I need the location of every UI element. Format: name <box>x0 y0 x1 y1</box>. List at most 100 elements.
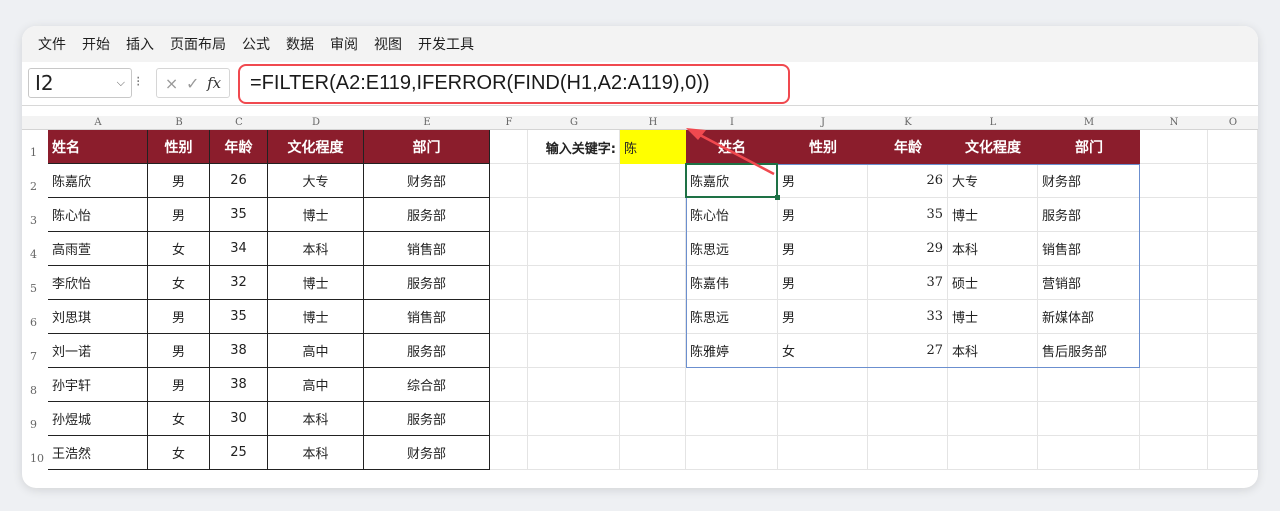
source-data-cell[interactable]: 女 <box>148 266 210 300</box>
source-data-cell[interactable]: 服务部 <box>364 266 490 300</box>
source-data-cell[interactable]: 博士 <box>268 198 364 232</box>
name-box[interactable]: I2 ⌵ <box>28 68 132 98</box>
result-data-cell[interactable]: 博士 <box>948 198 1038 232</box>
grid-cell[interactable] <box>620 436 686 470</box>
result-header-cell[interactable]: 年龄 <box>868 130 948 164</box>
source-data-cell[interactable]: 综合部 <box>364 368 490 402</box>
result-data-cell[interactable]: 服务部 <box>1038 198 1140 232</box>
cancel-icon[interactable]: × <box>165 74 178 93</box>
result-data-cell[interactable]: 37 <box>868 266 948 300</box>
grid-cell[interactable] <box>620 334 686 368</box>
source-data-cell[interactable]: 刘一诺 <box>48 334 148 368</box>
source-data-cell[interactable]: 陈心怡 <box>48 198 148 232</box>
column-header-a[interactable]: A <box>48 116 148 130</box>
source-data-cell[interactable]: 服务部 <box>364 198 490 232</box>
column-header-e[interactable]: E <box>364 116 490 130</box>
fill-handle[interactable] <box>775 195 780 200</box>
ribbon-tab-0[interactable]: 文件 <box>38 34 66 54</box>
source-data-cell[interactable]: 服务部 <box>364 334 490 368</box>
column-header-k[interactable]: K <box>868 116 948 130</box>
result-data-cell[interactable]: 陈嘉欣 <box>686 164 778 198</box>
row-header-9[interactable]: 9 <box>22 418 48 431</box>
grid-cell[interactable] <box>1140 198 1208 232</box>
grid-cell[interactable] <box>490 232 528 266</box>
row-header-5[interactable]: 5 <box>22 282 48 295</box>
more-dots-icon[interactable]: ⁝ <box>136 74 140 90</box>
source-data-cell[interactable]: 本科 <box>268 232 364 266</box>
column-header-d[interactable]: D <box>268 116 364 130</box>
result-data-cell[interactable]: 营销部 <box>1038 266 1140 300</box>
grid-cell[interactable] <box>1208 300 1258 334</box>
grid-cell[interactable] <box>778 368 868 402</box>
column-header-h[interactable]: H <box>620 116 686 130</box>
source-header-cell[interactable]: 年龄 <box>210 130 268 164</box>
grid-cell[interactable] <box>528 232 620 266</box>
grid-cell[interactable] <box>528 198 620 232</box>
grid-cell[interactable] <box>686 368 778 402</box>
ribbon-tab-1[interactable]: 开始 <box>82 34 110 54</box>
result-data-cell[interactable]: 陈心怡 <box>686 198 778 232</box>
source-data-cell[interactable]: 本科 <box>268 402 364 436</box>
result-data-cell[interactable]: 本科 <box>948 232 1038 266</box>
grid-cell[interactable] <box>1140 368 1208 402</box>
row-header-10[interactable]: 10 <box>22 452 48 465</box>
ribbon-tab-3[interactable]: 页面布局 <box>170 34 226 54</box>
source-header-cell[interactable]: 部门 <box>364 130 490 164</box>
result-header-cell[interactable]: 性别 <box>778 130 868 164</box>
grid-cell[interactable] <box>620 368 686 402</box>
select-all-corner[interactable] <box>22 116 48 130</box>
source-data-cell[interactable]: 服务部 <box>364 402 490 436</box>
grid-cell[interactable] <box>868 402 948 436</box>
row-header-7[interactable]: 7 <box>22 350 48 363</box>
result-header-cell[interactable]: 姓名 <box>686 130 778 164</box>
result-data-cell[interactable]: 新媒体部 <box>1038 300 1140 334</box>
grid-cell[interactable] <box>1208 130 1258 164</box>
grid-cell[interactable] <box>868 436 948 470</box>
column-header-l[interactable]: L <box>948 116 1038 130</box>
grid-cell[interactable] <box>490 334 528 368</box>
grid-cell[interactable] <box>490 164 528 198</box>
source-data-cell[interactable]: 25 <box>210 436 268 470</box>
column-header-o[interactable]: O <box>1208 116 1258 130</box>
row-header-8[interactable]: 8 <box>22 384 48 397</box>
result-data-cell[interactable]: 本科 <box>948 334 1038 368</box>
source-data-cell[interactable]: 男 <box>148 334 210 368</box>
source-data-cell[interactable]: 李欣怡 <box>48 266 148 300</box>
row-header-4[interactable]: 4 <box>22 248 48 261</box>
grid-cell[interactable] <box>1208 436 1258 470</box>
grid-cell[interactable] <box>528 436 620 470</box>
grid-cell[interactable] <box>686 436 778 470</box>
grid-cell[interactable] <box>1208 266 1258 300</box>
result-data-cell[interactable]: 陈思远 <box>686 232 778 266</box>
source-data-cell[interactable]: 刘思琪 <box>48 300 148 334</box>
grid-cell[interactable] <box>490 436 528 470</box>
source-data-cell[interactable]: 博士 <box>268 300 364 334</box>
grid-cell[interactable] <box>1140 436 1208 470</box>
grid-cell[interactable] <box>778 402 868 436</box>
source-data-cell[interactable]: 孙宇轩 <box>48 368 148 402</box>
result-data-cell[interactable]: 26 <box>868 164 948 198</box>
ribbon-tab-8[interactable]: 开发工具 <box>418 34 474 54</box>
keyword-input-cell[interactable]: 陈 <box>620 130 686 164</box>
source-data-cell[interactable]: 大专 <box>268 164 364 198</box>
result-header-cell[interactable]: 文化程度 <box>948 130 1038 164</box>
grid-cell[interactable] <box>528 164 620 198</box>
ribbon-tab-2[interactable]: 插入 <box>126 34 154 54</box>
source-data-cell[interactable]: 男 <box>148 368 210 402</box>
result-data-cell[interactable]: 陈雅婷 <box>686 334 778 368</box>
column-header-g[interactable]: G <box>528 116 620 130</box>
source-data-cell[interactable]: 财务部 <box>364 436 490 470</box>
source-data-cell[interactable]: 女 <box>148 232 210 266</box>
ribbon-tab-7[interactable]: 视图 <box>374 34 402 54</box>
result-data-cell[interactable]: 33 <box>868 300 948 334</box>
source-data-cell[interactable]: 男 <box>148 164 210 198</box>
grid-cell[interactable] <box>1208 198 1258 232</box>
source-data-cell[interactable]: 30 <box>210 402 268 436</box>
source-data-cell[interactable]: 32 <box>210 266 268 300</box>
source-data-cell[interactable]: 26 <box>210 164 268 198</box>
grid-cell[interactable] <box>1140 402 1208 436</box>
row-header-3[interactable]: 3 <box>22 214 48 227</box>
grid-cell[interactable] <box>1208 334 1258 368</box>
result-data-cell[interactable]: 男 <box>778 266 868 300</box>
source-header-cell[interactable]: 姓名 <box>48 130 148 164</box>
